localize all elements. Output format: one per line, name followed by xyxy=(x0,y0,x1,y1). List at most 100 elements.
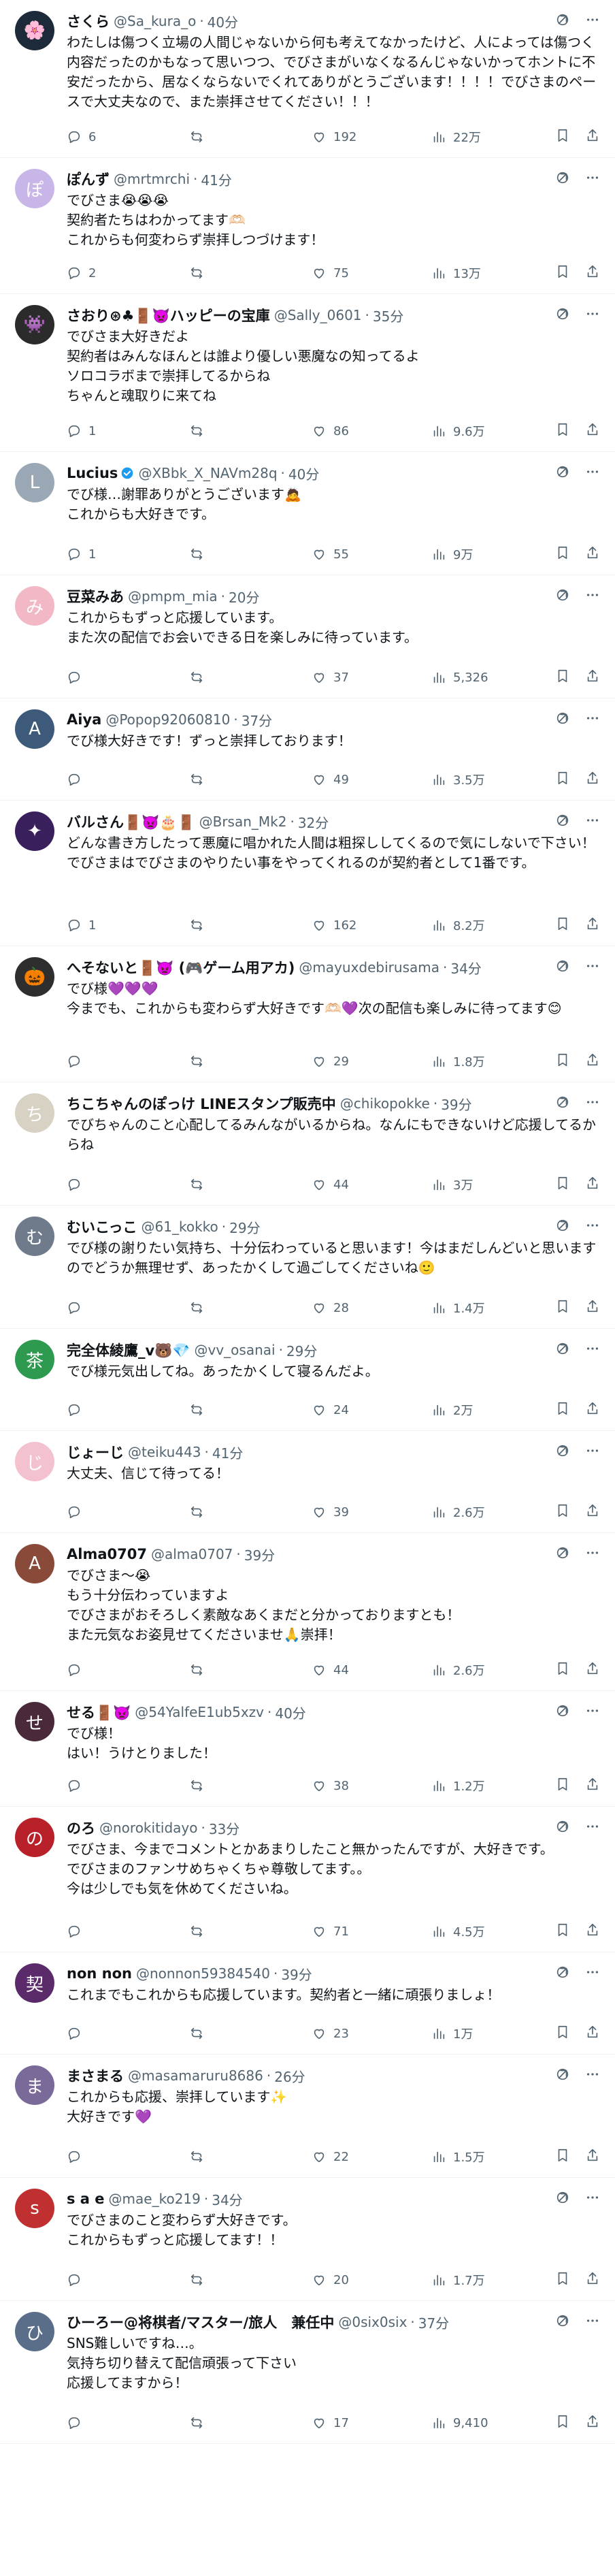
grok-button[interactable] xyxy=(555,170,570,188)
grok-button[interactable] xyxy=(555,711,570,728)
avatar[interactable]: A xyxy=(15,1544,54,1583)
timestamp[interactable]: 26分 xyxy=(274,2066,305,2086)
more-button[interactable] xyxy=(585,587,600,605)
views-button[interactable]: 1万 xyxy=(431,2025,554,2042)
share-button[interactable] xyxy=(585,771,600,788)
avatar[interactable]: 🌸 xyxy=(15,11,54,50)
views-button[interactable]: 5,326 xyxy=(431,670,554,685)
retweet-button[interactable] xyxy=(189,1177,312,1192)
author-handle[interactable]: @Sa_kura_o xyxy=(114,13,196,29)
bookmark-button[interactable] xyxy=(555,669,570,686)
timestamp[interactable]: 39分 xyxy=(244,1545,275,1564)
avatar[interactable]: L xyxy=(15,463,54,502)
grok-button[interactable] xyxy=(555,1341,570,1359)
bookmark-button[interactable] xyxy=(555,1401,570,1419)
timestamp[interactable]: 34分 xyxy=(212,2189,242,2209)
author-name[interactable]: のろ xyxy=(67,1818,95,1838)
author-name[interactable]: non non xyxy=(67,1965,132,1982)
grok-button[interactable] xyxy=(555,12,570,30)
bookmark-button[interactable] xyxy=(555,1661,570,1679)
views-button[interactable]: 2.6万 xyxy=(431,1503,554,1521)
tweet[interactable]: ま まさまる @masamaruru8686 · 26分 これからも応援、崇拝し… xyxy=(0,2055,615,2178)
share-button[interactable] xyxy=(585,1052,600,1070)
timestamp[interactable]: 29分 xyxy=(286,1340,317,1360)
views-button[interactable]: 2万 xyxy=(431,1401,554,1419)
like-button[interactable]: 20 xyxy=(312,2272,431,2287)
reply-button[interactable] xyxy=(67,670,189,685)
like-button[interactable]: 24 xyxy=(312,1402,431,1417)
author-name[interactable]: 豆菜みあ xyxy=(67,586,124,607)
author-handle[interactable]: @mrtmrchi xyxy=(114,171,190,187)
tweet[interactable]: 🌸 さくら @Sa_kura_o · 40分 わたしは傷つく立場の人間じゃないか… xyxy=(0,0,615,158)
views-button[interactable]: 1.5万 xyxy=(431,2148,554,2166)
avatar[interactable]: み xyxy=(15,586,54,626)
reply-button[interactable]: 1 xyxy=(67,547,189,562)
bookmark-button[interactable] xyxy=(555,1299,570,1317)
share-button[interactable] xyxy=(585,1777,600,1794)
author-name[interactable]: ちこちゃんのぽっけ LINEスタンプ販売中 xyxy=(67,1093,336,1114)
grok-button[interactable] xyxy=(555,1545,570,1563)
author-name[interactable]: じょーじ xyxy=(67,1442,124,1462)
timestamp[interactable]: 33分 xyxy=(209,1818,239,1838)
share-button[interactable] xyxy=(585,669,600,686)
avatar[interactable]: む xyxy=(15,1217,54,1256)
like-button[interactable]: 29 xyxy=(312,1054,431,1069)
reply-button[interactable] xyxy=(67,1300,189,1315)
author-handle[interactable]: @norokitidayo xyxy=(99,1820,198,1836)
author-handle[interactable]: @61_kokko xyxy=(142,1219,218,1235)
more-button[interactable] xyxy=(585,813,600,831)
more-button[interactable] xyxy=(585,464,600,482)
reply-button[interactable]: 1 xyxy=(67,423,189,438)
timestamp[interactable]: 39分 xyxy=(281,1964,312,1984)
share-button[interactable] xyxy=(585,2414,600,2432)
reply-button[interactable]: 6 xyxy=(67,129,189,144)
grok-button[interactable] xyxy=(555,2190,570,2208)
author-name[interactable]: へそないと🚪👿 (🎮ゲーム用アカ) xyxy=(67,957,295,978)
tweet[interactable]: せ せる🚪👿 @54YalfeE1ub5xzv · 40分 でび様！ はい！うけ… xyxy=(0,1691,615,1807)
bookmark-button[interactable] xyxy=(555,2414,570,2432)
like-button[interactable]: 44 xyxy=(312,1662,431,1677)
tweet[interactable]: A Alma0707 @alma0707 · 39分 でびさま〜😭 もう十分伝わ… xyxy=(0,1533,615,1691)
author-name[interactable]: 完全体綾鷹_v🐻💎 xyxy=(67,1340,190,1360)
more-button[interactable] xyxy=(585,2190,600,2208)
retweet-button[interactable] xyxy=(189,1662,312,1677)
avatar[interactable]: の xyxy=(15,1818,54,1857)
share-button[interactable] xyxy=(585,1176,600,1193)
bookmark-button[interactable] xyxy=(555,771,570,788)
retweet-button[interactable] xyxy=(189,1300,312,1315)
retweet-button[interactable] xyxy=(189,547,312,562)
bookmark-button[interactable] xyxy=(555,2025,570,2042)
views-button[interactable]: 1.8万 xyxy=(431,1052,554,1070)
like-button[interactable]: 37 xyxy=(312,670,431,685)
reply-button[interactable] xyxy=(67,1924,189,1939)
author-handle[interactable]: @nonnon59384540 xyxy=(136,1965,270,1982)
grok-button[interactable] xyxy=(555,306,570,324)
reply-button[interactable] xyxy=(67,2026,189,2041)
grok-button[interactable] xyxy=(555,1095,570,1112)
more-button[interactable] xyxy=(585,2313,600,2331)
more-button[interactable] xyxy=(585,1545,600,1563)
more-button[interactable] xyxy=(585,1341,600,1359)
retweet-button[interactable] xyxy=(189,265,312,280)
more-button[interactable] xyxy=(585,170,600,188)
author-name[interactable]: Aiya xyxy=(67,711,101,728)
author-name[interactable]: ぽんず xyxy=(67,169,110,189)
author-handle[interactable]: @vv_osanai xyxy=(194,1342,275,1358)
retweet-button[interactable] xyxy=(189,2415,312,2430)
share-button[interactable] xyxy=(585,128,600,146)
tweet[interactable]: 🎃 へそないと🚪👿 (🎮ゲーム用アカ) @mayuxdebirusama · 3… xyxy=(0,946,615,1082)
views-button[interactable]: 13万 xyxy=(431,264,554,282)
author-handle[interactable]: @mae_ko219 xyxy=(109,2191,201,2207)
bookmark-button[interactable] xyxy=(555,916,570,934)
like-button[interactable]: 86 xyxy=(312,423,431,438)
timestamp[interactable]: 40分 xyxy=(207,12,238,31)
retweet-button[interactable] xyxy=(189,2026,312,2041)
retweet-button[interactable] xyxy=(189,670,312,685)
like-button[interactable]: 162 xyxy=(312,918,431,933)
more-button[interactable] xyxy=(585,306,600,324)
share-button[interactable] xyxy=(585,1661,600,1679)
bookmark-button[interactable] xyxy=(555,128,570,146)
views-button[interactable]: 3万 xyxy=(431,1176,554,1193)
author-name[interactable]: さくら xyxy=(67,11,110,31)
retweet-button[interactable] xyxy=(189,2149,312,2164)
